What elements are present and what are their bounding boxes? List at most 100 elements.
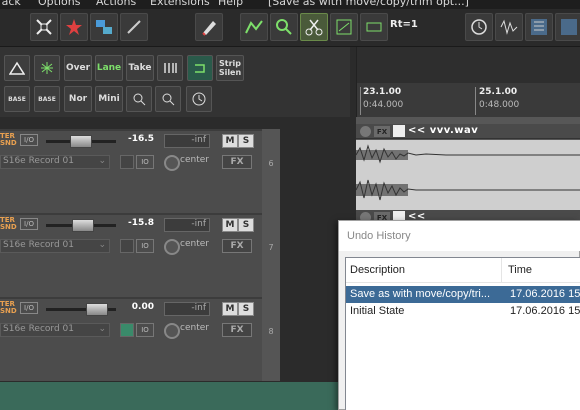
- track-control-buttons: Over Lane Take Strip Silen BASE BASE Nor…: [0, 47, 350, 117]
- loop-icon[interactable]: [187, 55, 213, 81]
- row-description: Save as with move/copy/tri...: [350, 288, 490, 300]
- monitor-icon[interactable]: [120, 239, 134, 253]
- sparkle-icon[interactable]: [34, 55, 60, 81]
- zoom-in-icon[interactable]: [126, 86, 152, 112]
- dialog-title: Undo History: [339, 221, 580, 251]
- windows-icon[interactable]: [90, 13, 118, 41]
- list-item[interactable]: Initial State 17.06.2016 15:4: [346, 303, 580, 320]
- pan-knob[interactable]: center: [164, 239, 214, 255]
- mini-button[interactable]: Mini: [95, 86, 123, 112]
- fx-button[interactable]: FX: [222, 323, 252, 337]
- io-small-button[interactable]: IO: [136, 239, 154, 253]
- column-description[interactable]: Description: [350, 264, 405, 276]
- peak-meter: -inf: [164, 302, 210, 316]
- fit-icon[interactable]: [30, 13, 58, 41]
- mute-button[interactable]: M: [222, 134, 238, 148]
- over-button[interactable]: Over: [64, 55, 92, 81]
- row-description: Initial State: [350, 305, 405, 317]
- solo-button[interactable]: S: [238, 302, 254, 316]
- fx-button[interactable]: FX: [222, 155, 252, 169]
- menu-bar: Track Options Actions Extensions Help [S…: [0, 0, 580, 9]
- ripple-icon[interactable]: [360, 13, 388, 41]
- split-icon[interactable]: [330, 13, 358, 41]
- volume-readout: -16.5: [128, 134, 154, 144]
- track-number: 6: [262, 129, 280, 213]
- ruler-mark-1: 23.1.00: [363, 87, 402, 97]
- track-number: 8: [262, 297, 280, 381]
- track-label: TER SND: [0, 300, 17, 315]
- item-fx-button[interactable]: FX: [374, 126, 390, 137]
- envelope-item-icon: [393, 125, 405, 137]
- pencil-icon[interactable]: [195, 13, 223, 41]
- nor-button[interactable]: Nor: [64, 86, 92, 112]
- take-button[interactable]: Take: [126, 55, 154, 81]
- strip-silence-button[interactable]: Strip Silen: [216, 55, 244, 81]
- clock-icon[interactable]: [465, 13, 493, 41]
- menu-options[interactable]: Options: [38, 0, 80, 8]
- bars-icon[interactable]: [157, 55, 183, 81]
- column-time[interactable]: Time: [508, 264, 532, 276]
- timer-icon[interactable]: [186, 86, 212, 112]
- envelope-icon[interactable]: [240, 13, 268, 41]
- volume-readout: -15.8: [128, 218, 154, 228]
- zoom-out-icon[interactable]: [155, 86, 181, 112]
- solo-button[interactable]: S: [238, 134, 254, 148]
- monitor-icon[interactable]: [120, 155, 134, 169]
- volume-readout: 0.00: [131, 302, 154, 312]
- row-time: 17.06.2016 15:4: [510, 305, 580, 317]
- track-number: 7: [262, 213, 280, 297]
- pan-knob[interactable]: center: [164, 155, 214, 171]
- solo-button[interactable]: S: [238, 218, 254, 232]
- ruler-time-2: 0:48.000: [479, 100, 520, 110]
- fader-knob[interactable]: [70, 135, 92, 148]
- waveform: [355, 140, 580, 210]
- record-input-select[interactable]: S16e Record 01 ⌄: [0, 323, 110, 337]
- timeline-ruler[interactable]: 23.1.00 0:44.000 25.1.00 0:48.000: [356, 47, 580, 117]
- io-button[interactable]: I/O: [20, 218, 38, 230]
- menu-extensions[interactable]: Extensions: [150, 0, 210, 8]
- waveform-icon[interactable]: [495, 13, 523, 41]
- track-panel[interactable]: TER SND I/O -16.5 -inf M S S16e Record 01…: [0, 129, 262, 213]
- menu-track[interactable]: Track: [0, 0, 21, 8]
- pan-knob[interactable]: center: [164, 323, 214, 339]
- track-label: TER SND: [0, 216, 17, 231]
- list-header: Description Time: [346, 258, 580, 283]
- lane-button[interactable]: Lane: [95, 55, 123, 81]
- record-input-select[interactable]: S16e Record 01 ⌄: [0, 239, 110, 253]
- peak-meter: -inf: [164, 134, 210, 148]
- window-title: [Save as with move/copy/trim opt...]: [268, 0, 469, 8]
- grid-icon[interactable]: [555, 13, 580, 41]
- io-small-button[interactable]: IO: [136, 155, 154, 169]
- media-item-header[interactable]: FX << vvv.wav: [356, 124, 580, 139]
- zoom-icon[interactable]: [270, 13, 298, 41]
- monitor-icon[interactable]: [120, 323, 134, 337]
- triangle-icon[interactable]: [4, 55, 30, 81]
- io-button[interactable]: I/O: [20, 134, 38, 146]
- scissors-icon[interactable]: [300, 13, 328, 41]
- mute-button[interactable]: M: [222, 218, 238, 232]
- menu-help[interactable]: Help: [218, 0, 243, 8]
- undo-list[interactable]: Description Time Save as with move/copy/…: [345, 257, 580, 410]
- fx-button[interactable]: FX: [222, 239, 252, 253]
- link-icon[interactable]: [120, 13, 148, 41]
- menu-actions[interactable]: Actions: [96, 0, 136, 8]
- fader-knob[interactable]: [86, 303, 108, 316]
- mixer-icon[interactable]: [525, 13, 553, 41]
- row-time: 17.06.2016 15:4: [510, 288, 580, 300]
- track-panel[interactable]: TER SND I/O -15.8 -inf M S S16e Record 01…: [0, 213, 262, 297]
- peak-meter: -inf: [164, 218, 210, 232]
- star-icon[interactable]: [60, 13, 88, 41]
- track-panel[interactable]: TER SND I/O 0.00 -inf M S S16e Record 01 ⌄…: [0, 297, 262, 381]
- rate-label: Rt=1: [390, 19, 418, 30]
- record-input-select[interactable]: S16e Record 01 ⌄: [0, 155, 110, 169]
- undo-history-dialog: Undo History Description Time Save as wi…: [338, 220, 580, 410]
- main-toolbar: Rt=1: [0, 9, 580, 47]
- fader-knob[interactable]: [72, 219, 94, 232]
- base-button-2[interactable]: BASE: [34, 86, 60, 112]
- io-button[interactable]: I/O: [20, 302, 38, 314]
- list-item[interactable]: Save as with move/copy/tri... 17.06.2016…: [346, 286, 580, 303]
- io-small-button[interactable]: IO: [136, 323, 154, 337]
- mute-button[interactable]: M: [222, 302, 238, 316]
- selected-track-strip[interactable]: [0, 382, 338, 410]
- base-button-1[interactable]: BASE: [4, 86, 30, 112]
